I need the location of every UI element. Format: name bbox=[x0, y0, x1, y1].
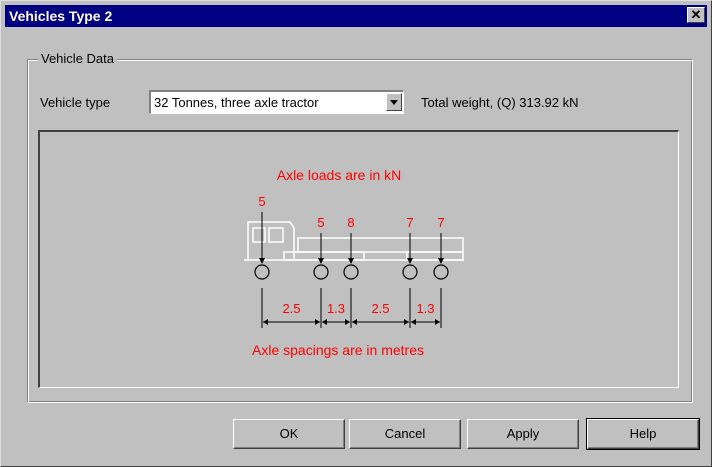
axle-spacings-caption: Axle spacings are in metres bbox=[252, 342, 424, 358]
wheel bbox=[402, 264, 418, 280]
axle-load-label: 5 bbox=[317, 215, 324, 230]
vehicle-type-label: Vehicle type bbox=[40, 95, 111, 110]
axle-load-label: 7 bbox=[406, 215, 413, 230]
vehicles-dialog: Vehicles Type 2 ✕ Vehicle Data Vehicle t… bbox=[0, 0, 712, 467]
arrowhead bbox=[322, 319, 327, 325]
axle-spacings: 2.5 1.3 2.5 1.3 bbox=[261, 288, 442, 328]
wheel bbox=[313, 264, 329, 280]
wheel bbox=[254, 264, 270, 280]
arrowhead bbox=[438, 258, 444, 264]
arrowhead bbox=[318, 258, 324, 264]
total-weight-label: Total weight, (Q) 313.92 kN bbox=[421, 95, 579, 110]
arrowhead bbox=[259, 258, 265, 264]
axle-load-label: 5 bbox=[258, 194, 265, 209]
arrowhead bbox=[348, 258, 354, 264]
title-bar[interactable]: Vehicles Type 2 ✕ bbox=[5, 5, 707, 27]
axle-spacing-label: 2.5 bbox=[282, 301, 300, 316]
vehicle-type-value: 32 Tonnes, three axle tractor bbox=[154, 95, 319, 110]
arrowhead bbox=[345, 319, 350, 325]
dialog-title: Vehicles Type 2 bbox=[9, 8, 113, 24]
arrowhead bbox=[315, 319, 320, 325]
arrowhead bbox=[435, 319, 440, 325]
axle-loads: 5 5 8 7 7 bbox=[254, 194, 449, 280]
wheel bbox=[343, 264, 359, 280]
vehicle-diagram-panel: Axle loads are in kN 55877 2.5 1.3 2.5 1.3 … bbox=[38, 130, 679, 388]
chevron-down-icon[interactable] bbox=[386, 93, 402, 111]
arrowhead bbox=[404, 319, 409, 325]
axle-spacing-label: 1.3 bbox=[416, 301, 434, 316]
ok-button[interactable]: OK bbox=[233, 419, 345, 449]
vehicle-type-select[interactable]: 32 Tonnes, three axle tractor bbox=[149, 90, 404, 114]
close-icon[interactable]: ✕ bbox=[687, 7, 705, 23]
apply-button[interactable]: Apply bbox=[467, 419, 579, 449]
group-legend: Vehicle Data bbox=[38, 51, 117, 66]
axle-spacing-label: 2.5 bbox=[371, 301, 389, 316]
arrowhead bbox=[263, 319, 268, 325]
arrowhead bbox=[352, 319, 357, 325]
wheel bbox=[433, 264, 449, 280]
arrowhead bbox=[407, 258, 413, 264]
axle-loads-caption: Axle loads are in kN bbox=[277, 167, 402, 183]
axle-load-label: 8 bbox=[347, 215, 354, 230]
axle-load-label: 7 bbox=[437, 215, 444, 230]
help-button[interactable]: Help bbox=[586, 418, 700, 450]
vehicle-diagram: Axle loads are in kN 55 8 7 7 2.5 1.3 2.5 1.3 … bbox=[244, 167, 464, 358]
axle-spacing-label: 1.3 bbox=[327, 301, 345, 316]
arrowhead bbox=[411, 319, 416, 325]
cancel-button[interactable]: Cancel bbox=[349, 419, 461, 449]
